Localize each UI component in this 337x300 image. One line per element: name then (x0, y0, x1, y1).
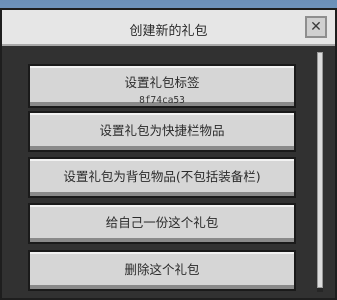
create-gift-dialog: 创建新的礼包 ✕ 设置礼包标签 8f74ca53 设置礼包为快捷栏物品 设置礼包… (0, 8, 337, 300)
action-list: 设置礼包标签 8f74ca53 设置礼包为快捷栏物品 设置礼包为背包物品(不包括… (22, 50, 312, 294)
close-button[interactable]: ✕ (305, 16, 327, 38)
set-hotbar-item-button[interactable]: 设置礼包为快捷栏物品 (28, 111, 296, 152)
set-gift-tag-button[interactable]: 设置礼包标签 8f74ca53 (28, 64, 296, 108)
button-label: 给自己一份这个礼包 (105, 215, 219, 230)
give-self-gift-button[interactable]: 给自己一份这个礼包 (28, 203, 296, 244)
scrollbar-thumb[interactable] (317, 52, 323, 288)
button-label: 设置礼包为快捷栏物品 (99, 123, 225, 138)
set-inventory-item-button[interactable]: 设置礼包为背包物品(不包括装备栏) (28, 157, 296, 198)
gift-tag-id: 8f74ca53 (139, 95, 185, 106)
dialog-titlebar: 创建新的礼包 ✕ (2, 10, 335, 46)
dialog-title: 创建新的礼包 (129, 24, 208, 39)
button-label: 设置礼包为背包物品(不包括装备栏) (63, 169, 261, 184)
scrollbar[interactable] (317, 52, 323, 292)
button-label: 删除这个礼包 (124, 262, 200, 277)
close-icon: ✕ (310, 19, 322, 35)
delete-gift-button[interactable]: 删除这个礼包 (28, 250, 296, 291)
button-label: 设置礼包标签 (124, 75, 200, 90)
